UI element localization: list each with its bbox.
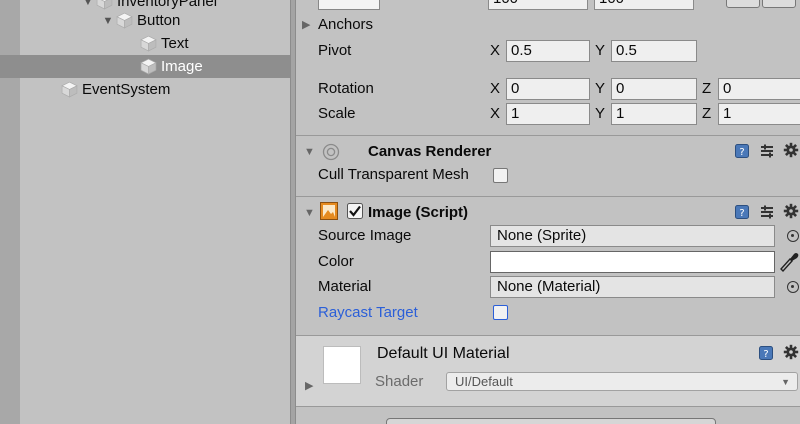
anchors-foldout-arrow-icon[interactable]: ▶ [302,18,310,31]
scale-y-field[interactable]: 1 [611,103,697,125]
scale-x-field[interactable]: 1 [506,103,590,125]
dropdown-arrow-icon: ▼ [781,377,790,387]
scale-z-field[interactable]: 1 [718,103,800,125]
gameobject-cube-icon [116,12,133,29]
material-title: Default UI Material [377,345,510,362]
help-book-icon[interactable]: ? [734,143,750,159]
hierarchy-item-label: EventSystem [82,81,171,98]
pivot-y-axis-label: Y [595,42,606,59]
svg-text:?: ? [739,147,744,158]
rotation-y-field[interactable]: 0 [611,78,697,100]
pivot-x-axis-label: X [490,42,501,59]
help-book-icon[interactable]: ? [758,345,774,361]
hierarchy-item-button[interactable]: ▼ Button [100,9,181,32]
scale-label: Scale [318,105,356,122]
image-component-icon [320,202,338,220]
image-script-foldout-arrow-icon[interactable]: ▼ [304,207,315,219]
component-divider [296,135,800,136]
width-field[interactable]: 100 [488,0,588,10]
hierarchy-item-label: Text [161,35,189,52]
color-label: Color [318,253,354,270]
rotation-z-axis-label: Z [702,80,712,97]
color-swatch-field[interactable] [490,251,775,273]
object-picker-target-icon[interactable] [787,230,799,242]
svg-text:?: ? [739,208,744,219]
raw-edit-mode-button[interactable] [762,0,796,8]
preset-sliders-icon[interactable] [759,143,775,159]
eyedropper-icon[interactable] [779,250,800,272]
material-label: Material [318,278,372,295]
pivot-y-field[interactable]: 0.5 [611,40,697,62]
rotation-x-field[interactable]: 0 [506,78,590,100]
blueprint-mode-button[interactable] [726,0,760,8]
scale-x-axis-label: X [490,105,501,122]
gear-icon[interactable] [783,142,799,158]
gear-icon[interactable] [783,203,799,219]
shader-label: Shader [375,373,424,390]
rotation-z-field[interactable]: 0 [718,78,800,100]
source-image-field[interactable]: None (Sprite) [490,225,775,247]
material-foldout-arrow-icon[interactable]: ▶ [305,379,313,392]
canvas-renderer-foldout-arrow-icon[interactable]: ▼ [304,146,315,158]
scale-y-axis-label: Y [595,105,606,122]
gameobject-cube-icon [61,81,78,98]
height-field[interactable]: 100 [594,0,694,10]
scale-z-axis-label: Z [702,105,712,122]
inspector-panel: 100 100 ▶ Anchors Pivot X 0.5 Y 0.5 Rota… [296,0,800,424]
add-component-button[interactable] [386,418,716,424]
preset-sliders-icon[interactable] [759,204,775,220]
pivot-label: Pivot [318,42,352,59]
raycast-target-checkbox[interactable] [493,305,508,320]
rotation-x-axis-label: X [490,80,501,97]
image-enabled-checkbox[interactable] [347,203,363,219]
rotation-label: Rotation [318,80,374,97]
raycast-target-label: Raycast Target [318,304,418,321]
object-picker-target-icon[interactable] [787,281,799,293]
hierarchy-item-text[interactable]: Text [140,32,189,55]
expand-arrow-icon[interactable]: ▼ [100,15,116,27]
gameobject-cube-icon [140,58,157,75]
cull-transparent-mesh-checkbox[interactable] [493,168,508,183]
rect-preview-thumbnail [318,0,380,10]
component-divider [296,196,800,197]
hierarchy-item-image[interactable]: Image [0,55,310,78]
hierarchy-panel: ▼ InventoryPanel ▼ Button Text Image Eve… [0,0,310,424]
source-image-label: Source Image [318,227,412,244]
rotation-y-axis-label: Y [595,80,606,97]
gear-icon[interactable] [783,344,799,360]
hierarchy-item-label: Image [161,58,203,75]
hierarchy-item-eventsystem[interactable]: EventSystem [61,78,170,101]
component-divider [296,406,800,407]
shader-dropdown-value: UI/Default [455,374,513,389]
shader-dropdown[interactable]: UI/Default ▼ [446,372,798,391]
help-book-icon[interactable]: ? [734,204,750,220]
canvas-renderer-title: Canvas Renderer [368,143,492,160]
cull-transparent-mesh-label: Cull Transparent Mesh [318,166,469,183]
pivot-x-field[interactable]: 0.5 [506,40,590,62]
hierarchy-item-label: Button [137,12,181,29]
anchors-label[interactable]: Anchors [318,16,373,33]
svg-text:?: ? [763,349,768,360]
gameobject-cube-icon [140,35,157,52]
image-script-title: Image (Script) [368,204,469,221]
material-preview-thumbnail [323,346,361,384]
canvas-renderer-eye-icon [322,143,340,161]
expand-arrow-icon[interactable]: ▼ [80,0,96,8]
material-field[interactable]: None (Material) [490,276,775,298]
material-preview-panel [296,336,800,406]
